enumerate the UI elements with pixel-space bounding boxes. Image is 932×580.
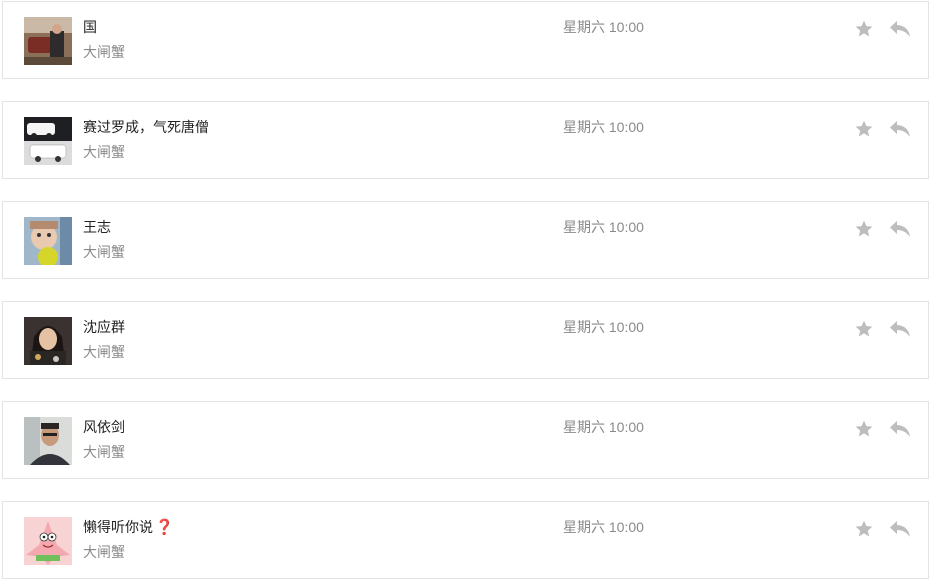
message-subject: 大闸蟹 — [83, 344, 125, 360]
message-subject: 大闸蟹 — [83, 544, 125, 560]
question-mark-icon: ❓ — [155, 518, 174, 536]
avatar[interactable] — [24, 17, 72, 65]
reply-icon[interactable] — [889, 220, 911, 238]
star-icon[interactable] — [854, 19, 874, 39]
avatar[interactable] — [24, 517, 72, 565]
message-list: 国 大闸蟹 星期六 10:00 赛过罗成，气死唐僧 大闸蟹 星期六 10:00 — [0, 0, 932, 580]
message-subject: 大闸蟹 — [83, 244, 125, 260]
message-time: 星期六 10:00 — [563, 119, 644, 135]
star-icon[interactable] — [854, 219, 874, 239]
message-item[interactable]: 赛过罗成，气死唐僧 大闸蟹 星期六 10:00 — [2, 101, 929, 179]
message-subject: 大闸蟹 — [83, 44, 125, 60]
reply-icon[interactable] — [889, 520, 911, 538]
message-item[interactable]: 懒得听你说 ❓ 大闸蟹 星期六 10:00 — [2, 501, 929, 579]
star-icon[interactable] — [854, 119, 874, 139]
reply-icon[interactable] — [889, 320, 911, 338]
message-item[interactable]: 国 大闸蟹 星期六 10:00 — [2, 1, 929, 79]
sender-name: 沈应群 — [83, 319, 125, 335]
avatar[interactable] — [24, 317, 72, 365]
reply-icon[interactable] — [889, 120, 911, 138]
message-time: 星期六 10:00 — [563, 219, 644, 235]
star-icon[interactable] — [854, 519, 874, 539]
message-subject: 大闸蟹 — [83, 444, 125, 460]
reply-icon[interactable] — [889, 420, 911, 438]
avatar[interactable] — [24, 417, 72, 465]
sender-name: 风依剑 — [83, 419, 125, 435]
reply-icon[interactable] — [889, 20, 911, 38]
message-time: 星期六 10:00 — [563, 419, 644, 435]
star-icon[interactable] — [854, 419, 874, 439]
message-item[interactable]: 风依剑 大闸蟹 星期六 10:00 — [2, 401, 929, 479]
sender-name: 王志 — [83, 219, 111, 235]
message-time: 星期六 10:00 — [563, 319, 644, 335]
message-subject: 大闸蟹 — [83, 144, 125, 160]
avatar[interactable] — [24, 217, 72, 265]
sender-name: 国 — [83, 19, 97, 35]
message-time: 星期六 10:00 — [563, 519, 644, 535]
sender-name: 赛过罗成，气死唐僧 — [83, 119, 209, 135]
avatar[interactable] — [24, 117, 72, 165]
message-time: 星期六 10:00 — [563, 19, 644, 35]
star-icon[interactable] — [854, 319, 874, 339]
sender-name: 懒得听你说 ❓ — [83, 518, 174, 536]
message-item[interactable]: 王志 大闸蟹 星期六 10:00 — [2, 201, 929, 279]
message-item[interactable]: 沈应群 大闸蟹 星期六 10:00 — [2, 301, 929, 379]
